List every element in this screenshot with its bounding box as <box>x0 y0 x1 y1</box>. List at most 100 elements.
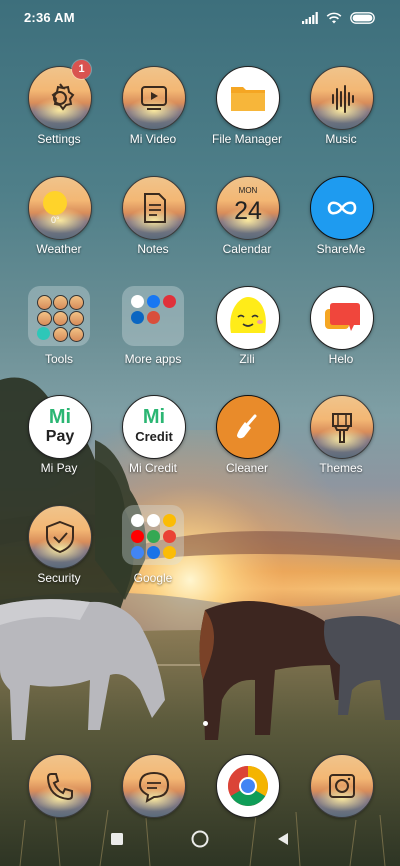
dock-messages[interactable] <box>122 754 186 818</box>
app-icon-file-manager <box>216 66 280 130</box>
page-indicator-dot <box>203 721 208 726</box>
app-themes[interactable]: Themes <box>294 395 388 499</box>
app-icon-music <box>310 66 374 130</box>
dock-phone[interactable] <box>28 754 92 818</box>
app-security[interactable]: Security <box>12 505 106 609</box>
mi-credit-logo-top: Mi <box>142 406 166 428</box>
app-mi-video[interactable]: Mi Video <box>106 66 200 170</box>
app-icon-notes <box>122 176 186 240</box>
mini-app-icon <box>131 295 144 308</box>
music-waveform-icon <box>332 85 354 113</box>
photos-mini-icon <box>163 546 176 559</box>
app-label-mi-pay: Mi Pay <box>40 461 78 475</box>
status-time: 2:36 AM <box>24 10 75 25</box>
app-shareme[interactable]: ShareMe <box>294 176 388 280</box>
app-icon-calendar: MON 24 <box>216 176 280 240</box>
mini-app-icon <box>53 295 68 310</box>
app-cleaner[interactable]: Cleaner <box>200 395 294 499</box>
app-mi-credit[interactable]: Mi Credit Mi Credit <box>106 395 200 499</box>
mi-credit-logo-bottom: Credit <box>135 429 173 444</box>
home-circle-icon[interactable] <box>191 830 209 848</box>
youtube-mini-icon <box>131 530 144 543</box>
weather-sun-icon <box>43 191 67 215</box>
app-label-settings: Settings <box>37 132 81 146</box>
phone-icon <box>46 773 73 801</box>
app-icon-zili <box>216 286 280 350</box>
calendar-day: MON <box>238 186 258 195</box>
app-icon-mi-credit: Mi Credit <box>122 395 186 459</box>
folder-google[interactable]: Google <box>106 505 200 609</box>
mini-app-icon <box>53 311 68 326</box>
dock-chrome[interactable] <box>216 754 280 818</box>
linkedin-mini-icon <box>131 311 144 324</box>
maps-mini-icon <box>163 514 176 527</box>
app-notes[interactable]: Notes <box>106 176 200 280</box>
app-zili[interactable]: Zili <box>200 286 294 390</box>
mini-app-icon <box>69 311 84 326</box>
mini-app-icon <box>37 311 52 326</box>
mini-app-icon <box>37 295 52 310</box>
app-label-cleaner: Cleaner <box>225 461 269 475</box>
google-mini-icon <box>147 514 160 527</box>
helo-chat-icon <box>325 303 360 331</box>
app-icon-security <box>28 505 92 569</box>
app-label-themes: Themes <box>319 461 363 475</box>
app-label-mi-video: Mi Video <box>129 132 177 146</box>
folder-label-tools: Tools <box>44 352 73 366</box>
app-mi-pay[interactable]: Mi Pay Mi Pay <box>12 395 106 499</box>
app-label-security: Security <box>37 571 81 585</box>
status-bar: 2:36 AM <box>0 0 400 36</box>
facebook-mini-icon <box>147 295 160 308</box>
app-label-zili: Zili <box>239 352 255 366</box>
app-label-weather: Weather <box>36 242 82 256</box>
folder-icon <box>231 87 265 111</box>
folder-icon-more-apps <box>122 286 184 346</box>
status-icons <box>302 10 376 26</box>
messages-icon <box>138 771 170 803</box>
back-triangle-icon[interactable] <box>276 832 290 846</box>
app-label-calendar: Calendar <box>222 242 272 256</box>
app-icon-helo <box>310 286 374 350</box>
mini-app-icon <box>69 327 84 342</box>
dock-camera[interactable] <box>310 754 374 818</box>
folder-icon-tools <box>28 286 90 346</box>
mini-app-icon <box>147 311 160 324</box>
app-label-notes: Notes <box>137 242 169 256</box>
battery-icon <box>350 12 375 24</box>
mi-pay-logo-top: Mi <box>48 406 72 428</box>
mini-app-icon <box>69 295 84 310</box>
app-calendar[interactable]: MON 24 Calendar <box>200 176 294 280</box>
folder-tools[interactable]: Tools <box>12 286 106 390</box>
folder-icon-google <box>122 505 184 565</box>
duo-mini-icon <box>147 546 160 559</box>
calendar-date: 24 <box>234 197 262 225</box>
app-label-helo: Helo <box>328 352 354 366</box>
shareme-infinity-icon <box>327 201 357 215</box>
recents-square-icon[interactable] <box>110 832 124 846</box>
mini-app-icon <box>37 327 50 340</box>
broom-icon <box>237 414 257 439</box>
signal-icon <box>302 12 318 24</box>
app-icon-shareme <box>310 176 374 240</box>
app-icon-themes <box>310 395 374 459</box>
folder-more-apps[interactable]: More apps <box>106 286 200 390</box>
gmail-mini-icon <box>131 514 144 527</box>
app-weather[interactable]: 0° Weather <box>12 176 106 280</box>
app-file-manager[interactable]: File Manager <box>200 66 294 170</box>
zili-face-icon <box>230 297 266 333</box>
shield-icon <box>46 520 74 554</box>
mi-pay-logo-bottom: Pay <box>45 428 75 445</box>
app-label-file-manager: File Manager <box>211 132 283 146</box>
play-mini-icon <box>163 530 176 543</box>
notes-icon <box>144 193 166 223</box>
app-music[interactable]: Music <box>294 66 388 170</box>
app-icon-mi-pay: Mi Pay <box>28 395 92 459</box>
mini-app-icon <box>163 295 176 308</box>
app-helo[interactable]: Helo <box>294 286 388 390</box>
notification-badge: 1 <box>72 60 91 79</box>
app-label-shareme: ShareMe <box>316 242 366 256</box>
app-settings[interactable]: 1 Settings <box>12 60 106 170</box>
wifi-icon <box>326 12 342 24</box>
app-label-music: Music <box>325 132 357 146</box>
video-play-icon <box>141 86 167 110</box>
